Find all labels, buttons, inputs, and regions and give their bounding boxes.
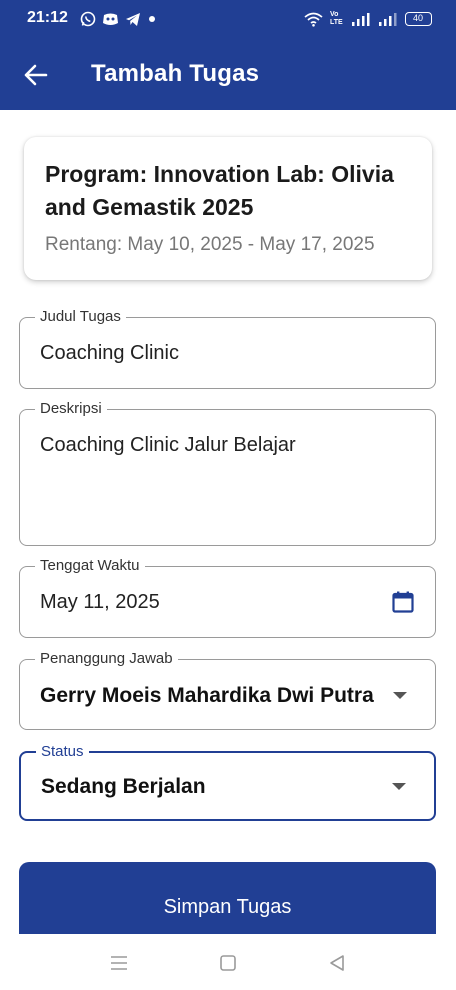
- save-task-button[interactable]: Simpan Tugas: [19, 862, 436, 934]
- status-label: Status: [36, 743, 89, 761]
- page-title: Tambah Tugas: [91, 60, 260, 87]
- assignee-value: Gerry Moeis Mahardika Dwi Putra: [40, 684, 374, 707]
- deadline-label: Tenggat Waktu: [35, 557, 145, 575]
- menu-icon[interactable]: [108, 952, 130, 974]
- wifi-icon: [304, 12, 323, 27]
- chevron-down-icon[interactable]: [392, 783, 406, 790]
- signal-icon: [352, 13, 370, 26]
- status-time: 21:12: [27, 9, 68, 26]
- task-title-value[interactable]: Coaching Clinic: [40, 342, 179, 365]
- description-value[interactable]: Coaching Clinic Jalur Belajar: [40, 434, 296, 457]
- status-bar: 21:12 Vo LTE 40: [0, 0, 456, 38]
- task-title-field[interactable]: Judul Tugas Coaching Clinic: [19, 308, 436, 389]
- task-title-label: Judul Tugas: [35, 308, 126, 326]
- battery-level: 40: [412, 13, 423, 23]
- assignee-dropdown[interactable]: Penanggung Jawab Gerry Moeis Mahardika D…: [19, 650, 436, 730]
- whatsapp-icon: [80, 11, 96, 27]
- back-triangle-icon[interactable]: [326, 952, 348, 974]
- deadline-value[interactable]: May 11, 2025: [40, 591, 160, 614]
- program-info-card: Program: Innovation Lab: Olivia and Gema…: [24, 137, 432, 280]
- program-title: Program: Innovation Lab: Olivia and Gema…: [45, 161, 394, 220]
- chevron-down-icon[interactable]: [393, 692, 407, 699]
- system-nav-bar: [0, 934, 456, 990]
- telegram-icon: [126, 12, 140, 26]
- description-field[interactable]: Deskripsi Coaching Clinic Jalur Belajar: [19, 400, 436, 546]
- discord-icon: [103, 13, 118, 25]
- description-label: Deskripsi: [35, 400, 107, 418]
- signal-icon-2: [379, 13, 397, 26]
- calendar-icon[interactable]: [391, 590, 415, 614]
- status-value: Sedang Berjalan: [41, 775, 206, 798]
- home-square-icon[interactable]: [217, 952, 239, 974]
- program-date-range: Rentang: May 10, 2025 - May 17, 2025: [45, 234, 375, 255]
- volte-label: Vo LTE: [330, 11, 343, 26]
- status-dropdown[interactable]: Status Sedang Berjalan: [19, 743, 436, 821]
- deadline-field[interactable]: Tenggat Waktu May 11, 2025: [19, 557, 436, 638]
- battery-icon: 40: [405, 12, 432, 26]
- back-arrow-icon[interactable]: [22, 62, 48, 88]
- more-notifications-dot: [149, 16, 155, 22]
- assignee-label: Penanggung Jawab: [35, 650, 178, 668]
- save-task-label: Simpan Tugas: [163, 896, 292, 918]
- app-bar: 21:12 Vo LTE 40 Tambah Tugas: [0, 0, 456, 110]
- system-icons: Vo LTE 40: [304, 10, 432, 28]
- notification-icons: [80, 10, 157, 28]
